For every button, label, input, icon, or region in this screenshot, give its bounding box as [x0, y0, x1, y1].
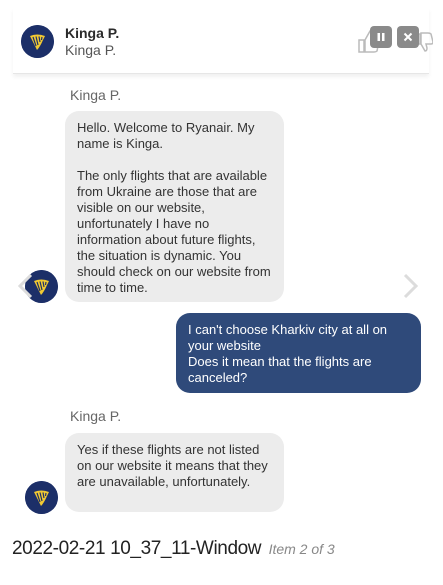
gallery-caption: 2022-02-21 10_37_11-Window Item 2 of 3: [12, 538, 335, 560]
agent-message: Yes if these flights are not listed on o…: [65, 433, 284, 512]
agent-avatar: [25, 481, 58, 514]
close-button[interactable]: [397, 26, 419, 48]
pause-icon: [377, 33, 385, 41]
user-message: I can't choose Kharkiv city at all on yo…: [176, 313, 421, 393]
close-icon: [403, 32, 413, 42]
message-sender: Kinga P.: [70, 408, 122, 424]
previous-arrow-icon[interactable]: [16, 272, 34, 300]
thumbs-up-icon[interactable]: [357, 28, 433, 54]
ryanair-harp-logo-icon: [21, 25, 54, 58]
caption-item-counter: Item 2 of 3: [268, 541, 335, 557]
caption-filename: 2022-02-21 10_37_11-Window: [12, 538, 262, 559]
next-arrow-icon[interactable]: [402, 272, 420, 300]
message-sender: Kinga P.: [70, 87, 122, 103]
agent-subtitle: Kinga P.: [65, 42, 117, 58]
ryanair-harp-logo-icon: [25, 481, 58, 514]
chat-header: Kinga P. Kinga P.: [13, 8, 433, 74]
agent-name: Kinga P.: [65, 25, 120, 41]
agent-message: Hello. Welcome to Ryanair. My name is Ki…: [65, 111, 284, 302]
pause-button[interactable]: [370, 26, 392, 48]
agent-avatar: [21, 25, 54, 58]
